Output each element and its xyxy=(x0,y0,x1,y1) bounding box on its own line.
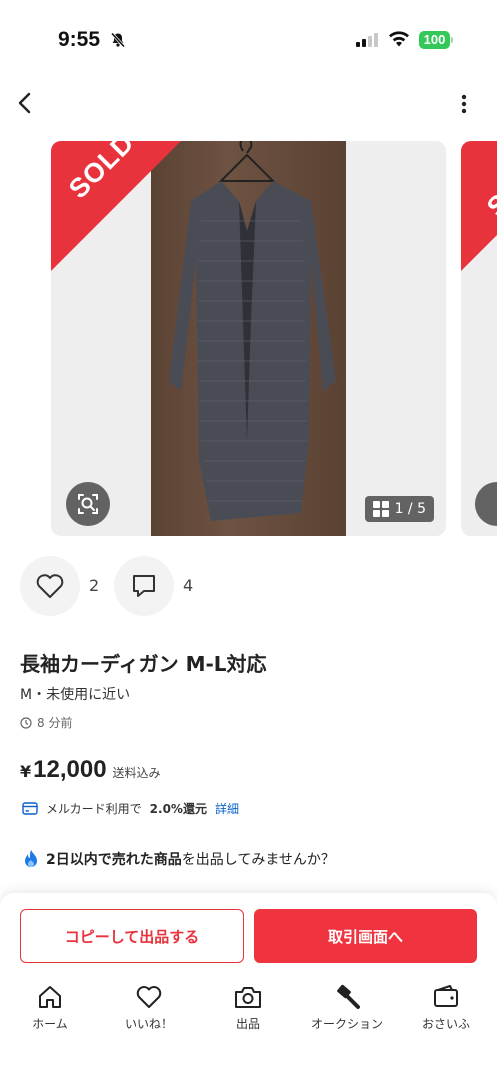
gallery-slide-main[interactable]: SOLD 1 / 5 xyxy=(51,141,446,536)
image-counter-text: 1 / 5 xyxy=(394,501,426,517)
wifi-icon xyxy=(389,31,409,47)
shipping-note: 送料込み xyxy=(112,766,161,780)
tab-home-label: ホーム xyxy=(32,1017,68,1031)
price-block: ¥ 12,000 送料込み xyxy=(20,756,161,784)
more-options-icon[interactable] xyxy=(452,92,476,118)
like-button[interactable] xyxy=(20,556,80,616)
status-time: 9:55 xyxy=(58,28,101,51)
home-icon xyxy=(39,986,61,1008)
status-bar: 9:55 100 xyxy=(0,0,497,80)
mercard-details-link[interactable]: 詳細 xyxy=(215,800,239,817)
camera-icon xyxy=(235,987,261,1008)
card-icon xyxy=(22,802,38,815)
comment-button[interactable] xyxy=(114,556,174,616)
back-button[interactable] xyxy=(14,90,38,116)
mercard-prefix: メルカード利用で xyxy=(46,802,142,816)
lens-icon xyxy=(78,494,98,514)
promo-rest: を出品してみませんか？ xyxy=(181,852,335,868)
heart-icon xyxy=(36,574,64,598)
tab-auction-label: オークション xyxy=(310,1017,383,1031)
price-value: 12,000 xyxy=(33,756,107,783)
tab-likes[interactable]: いいね！ xyxy=(99,983,199,1043)
tab-sell-label: 出品 xyxy=(235,1017,260,1031)
clock-icon xyxy=(20,716,32,729)
gallery-slide-next[interactable]: SOLD xyxy=(461,141,497,536)
cellular-signal-icon xyxy=(356,33,378,47)
promo-bold: 2日以内で売れた商品 xyxy=(46,852,182,868)
copy-listing-button[interactable]: コピーして出品する xyxy=(20,909,244,963)
tab-home[interactable]: ホーム xyxy=(0,983,100,1043)
posted-time-text: 8 分前 xyxy=(37,716,73,730)
image-counter: 1 / 5 xyxy=(364,496,434,522)
listing-promo[interactable]: 2日以内で売れた商品を出品してみませんか？ xyxy=(22,849,335,869)
bell-muted-icon xyxy=(110,32,126,48)
grid-icon xyxy=(372,501,389,517)
bottom-action-bar: コピーして出品する 取引画面へ ホーム いいね！ 出品 オークション おさいふ xyxy=(0,893,497,1080)
item-title: 長袖カーディガン M-L対応 xyxy=(20,652,267,676)
tab-sell[interactable]: 出品 xyxy=(198,983,298,1043)
mercard-rate: 2.0%還元 xyxy=(149,802,207,816)
price-symbol: ¥ xyxy=(20,762,32,781)
comment-icon xyxy=(133,575,155,597)
battery-indicator: 100 xyxy=(419,31,450,49)
transaction-screen-button[interactable]: 取引画面へ xyxy=(254,909,477,963)
like-count: 2 xyxy=(89,576,100,595)
posted-time: 8 分前 xyxy=(20,714,72,731)
battery-nub xyxy=(451,37,453,43)
item-detail-screen: 9:55 100 SOLD 1 / 5 SOLD 2 4 長袖カーディガン M-… xyxy=(0,0,497,1080)
tab-wallet-label: おさいふ xyxy=(421,1017,470,1031)
wallet-icon xyxy=(434,985,458,1007)
fire-icon xyxy=(25,850,37,867)
image-search-button-next[interactable] xyxy=(475,482,497,526)
item-condition: M・未使用に近い xyxy=(20,687,131,703)
mercard-banner: メルカード利用で 2.0%還元 詳細 xyxy=(22,800,239,817)
image-search-button[interactable] xyxy=(66,482,110,526)
gavel-icon xyxy=(337,984,360,1009)
heart-icon xyxy=(136,986,162,1008)
tab-likes-label: いいね！ xyxy=(124,1017,173,1031)
tab-bar: ホーム いいね！ 出品 オークション おさいふ xyxy=(0,983,497,1043)
tab-wallet[interactable]: おさいふ xyxy=(396,983,496,1043)
image-gallery[interactable]: SOLD 1 / 5 SOLD xyxy=(0,141,497,537)
tab-auction[interactable]: オークション xyxy=(297,983,397,1043)
comment-count: 4 xyxy=(183,576,194,595)
